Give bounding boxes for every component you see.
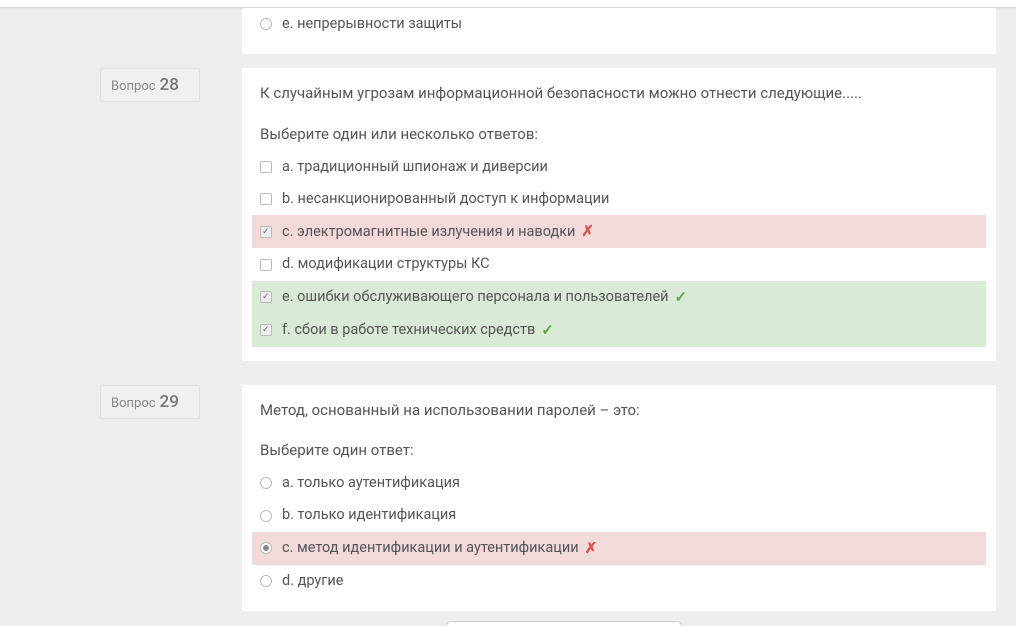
top-bar xyxy=(0,0,1016,8)
option-label: a. только аутентификация xyxy=(282,473,460,493)
checkbox-input[interactable] xyxy=(260,291,272,303)
question-text: К случайным угрозам информационной безоп… xyxy=(260,82,978,105)
option-label: b. несанкционированный доступ к информац… xyxy=(282,189,609,209)
question-label-prefix: Вопрос xyxy=(111,79,156,94)
question-card: К случайным угрозам информационной безоп… xyxy=(242,68,996,360)
option-label: f. сбои в работе технических средств xyxy=(282,320,535,340)
question-number-badge: Вопрос 28 xyxy=(100,68,200,102)
checkbox-input[interactable] xyxy=(260,226,272,238)
option-item[interactable]: a. только аутентификация xyxy=(252,467,986,499)
question-label-prefix: Вопрос xyxy=(111,396,156,411)
checkbox-input[interactable] xyxy=(260,324,272,336)
question-card: Метод, основанный на использовании парол… xyxy=(242,385,996,611)
checkmark-icon: ✓ xyxy=(675,287,688,308)
option-item[interactable]: b. только идентификация xyxy=(252,499,986,531)
page-content: e. непрерывности защиты Вопрос 28 К случай… xyxy=(0,8,1016,626)
question-number: 29 xyxy=(160,392,179,412)
option-label: e. непрерывности защиты xyxy=(282,14,462,34)
instruction-text: Выберите один или несколько ответов: xyxy=(260,125,978,143)
radio-input[interactable] xyxy=(260,510,272,522)
option-item[interactable]: b. несанкционированный доступ к информац… xyxy=(252,183,986,215)
option-label: c. электромагнитные излучения и наводки xyxy=(282,222,575,242)
radio-input[interactable] xyxy=(260,18,272,30)
option-item[interactable]: a. традиционный шпионаж и диверсии xyxy=(252,151,986,183)
options-list: a. традиционный шпионаж и диверсии b. нес… xyxy=(260,151,978,347)
option-label: a. традиционный шпионаж и диверсии xyxy=(282,157,548,177)
radio-input[interactable] xyxy=(260,542,272,554)
cross-icon: ✗ xyxy=(585,538,598,559)
partial-question-card: e. непрерывности защиты xyxy=(242,8,996,54)
option-label: c. метод идентификации и аутентификации xyxy=(282,538,579,558)
instruction-text: Выберите один ответ: xyxy=(260,441,978,459)
options-list: e. непрерывности защиты xyxy=(260,8,978,40)
question-row: Вопрос 29 Метод, основанный на использован… xyxy=(20,385,996,611)
checkmark-icon: ✓ xyxy=(541,320,554,341)
checkbox-input[interactable] xyxy=(260,259,272,271)
cross-icon: ✗ xyxy=(581,221,594,242)
option-item[interactable]: e. непрерывности защиты xyxy=(252,8,986,40)
question-number-badge: Вопрос 29 xyxy=(100,385,200,419)
bottom-box xyxy=(446,621,682,626)
question-row: Вопрос 28 К случайным угрозам информационн… xyxy=(20,68,996,360)
option-label: d. модификации структуры КС xyxy=(282,254,490,274)
question-number: 28 xyxy=(160,75,179,95)
bottom-row xyxy=(20,621,996,626)
option-item[interactable]: e. ошибки обслуживающего персонала и пол… xyxy=(252,281,986,314)
checkbox-input[interactable] xyxy=(260,161,272,173)
option-label: d. другие xyxy=(282,571,343,591)
checkbox-input[interactable] xyxy=(260,193,272,205)
options-list: a. только аутентификация b. только иденти… xyxy=(260,467,978,597)
radio-input[interactable] xyxy=(260,477,272,489)
option-item[interactable]: c. метод идентификации и аутентификации ✗ xyxy=(252,532,986,565)
option-label: b. только идентификация xyxy=(282,505,456,525)
option-item[interactable]: d. модификации структуры КС xyxy=(252,248,986,280)
option-label: e. ошибки обслуживающего персонала и пол… xyxy=(282,287,669,307)
radio-input[interactable] xyxy=(260,575,272,587)
option-item[interactable]: c. электромагнитные излучения и наводки ✗ xyxy=(252,215,986,248)
question-text: Метод, основанный на использовании парол… xyxy=(260,399,978,422)
option-item[interactable]: f. сбои в работе технических средств ✓ xyxy=(252,314,986,347)
option-item[interactable]: d. другие xyxy=(252,565,986,597)
partial-question-row: e. непрерывности защиты xyxy=(20,8,996,54)
